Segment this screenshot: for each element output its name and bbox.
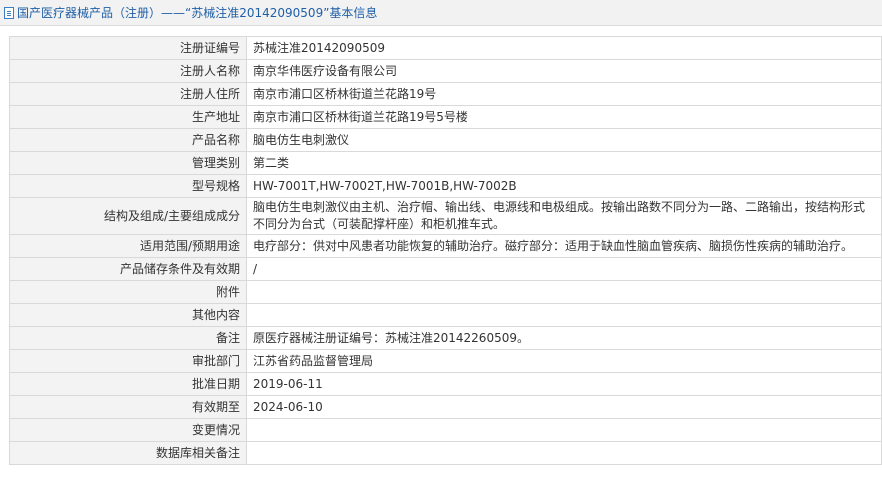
row-value: HW-7001T,HW-7002T,HW-7001B,HW-7002B xyxy=(246,174,882,198)
row-label: 其他内容 xyxy=(9,303,247,327)
table-row: 管理类别 第二类 xyxy=(9,151,882,175)
row-value xyxy=(246,280,882,304)
row-label: 审批部门 xyxy=(9,349,247,373)
row-value xyxy=(246,418,882,442)
row-value xyxy=(246,303,882,327)
row-value: 苏械注准20142090509 xyxy=(246,36,882,60)
row-label: 变更情况 xyxy=(9,418,247,442)
row-value: / xyxy=(246,257,882,281)
product-info-table: 注册证编号 苏械注准20142090509 注册人名称 南京华伟医疗设备有限公司… xyxy=(9,36,882,465)
table-row: 产品储存条件及有效期 / xyxy=(9,257,882,281)
page-header: 国产医疗器械产品（注册）——“苏械注准20142090509”基本信息 xyxy=(0,0,882,26)
table-row: 数据库相关备注 xyxy=(9,441,882,465)
row-value: 江苏省药品监督管理局 xyxy=(246,349,882,373)
page-title: 国产医疗器械产品（注册）——“苏械注准20142090509”基本信息 xyxy=(17,6,378,20)
table-row: 变更情况 xyxy=(9,418,882,442)
table-row: 型号规格 HW-7001T,HW-7002T,HW-7001B,HW-7002B xyxy=(9,174,882,198)
table-row: 生产地址 南京市浦口区桥林街道兰花路19号5号楼 xyxy=(9,105,882,129)
row-value xyxy=(246,441,882,465)
table-row: 备注 原医疗器械注册证编号：苏械注准20142260509。 xyxy=(9,326,882,350)
row-value: 2019-06-11 xyxy=(246,372,882,396)
row-label: 数据库相关备注 xyxy=(9,441,247,465)
row-value: 南京华伟医疗设备有限公司 xyxy=(246,59,882,83)
row-label: 有效期至 xyxy=(9,395,247,419)
row-label: 生产地址 xyxy=(9,105,247,129)
row-label: 型号规格 xyxy=(9,174,247,198)
document-icon xyxy=(4,6,14,19)
row-value: 脑电仿生电刺激仪 xyxy=(246,128,882,152)
table-row: 注册人住所 南京市浦口区桥林街道兰花路19号 xyxy=(9,82,882,106)
row-label: 注册人住所 xyxy=(9,82,247,106)
row-label: 结构及组成/主要组成成分 xyxy=(9,197,247,235)
row-value: 电疗部分：供对中风患者功能恢复的辅助治疗。磁疗部分：适用于缺血性脑血管疾病、脑损… xyxy=(246,234,882,258)
table-row: 其他内容 xyxy=(9,303,882,327)
row-value: 第二类 xyxy=(246,151,882,175)
row-value: 南京市浦口区桥林街道兰花路19号 xyxy=(246,82,882,106)
table-row: 有效期至 2024-06-10 xyxy=(9,395,882,419)
row-label: 注册人名称 xyxy=(9,59,247,83)
table-row: 结构及组成/主要组成成分 脑电仿生电刺激仪由主机、治疗帽、输出线、电源线和电极组… xyxy=(9,197,882,235)
table-row: 适用范围/预期用途 电疗部分：供对中风患者功能恢复的辅助治疗。磁疗部分：适用于缺… xyxy=(9,234,882,258)
table-row: 附件 xyxy=(9,280,882,304)
row-value: 南京市浦口区桥林街道兰花路19号5号楼 xyxy=(246,105,882,129)
table-row: 产品名称 脑电仿生电刺激仪 xyxy=(9,128,882,152)
row-label: 附件 xyxy=(9,280,247,304)
row-label: 注册证编号 xyxy=(9,36,247,60)
table-row: 批准日期 2019-06-11 xyxy=(9,372,882,396)
table-row: 审批部门 江苏省药品监督管理局 xyxy=(9,349,882,373)
row-value: 2024-06-10 xyxy=(246,395,882,419)
row-label: 管理类别 xyxy=(9,151,247,175)
row-label: 备注 xyxy=(9,326,247,350)
row-label: 产品名称 xyxy=(9,128,247,152)
row-label: 批准日期 xyxy=(9,372,247,396)
table-row: 注册人名称 南京华伟医疗设备有限公司 xyxy=(9,59,882,83)
row-value: 脑电仿生电刺激仪由主机、治疗帽、输出线、电源线和电极组成。按输出路数不同分为一路… xyxy=(246,197,882,235)
row-value: 原医疗器械注册证编号：苏械注准20142260509。 xyxy=(246,326,882,350)
row-label: 适用范围/预期用途 xyxy=(9,234,247,258)
table-row: 注册证编号 苏械注准20142090509 xyxy=(9,36,882,60)
row-label: 产品储存条件及有效期 xyxy=(9,257,247,281)
